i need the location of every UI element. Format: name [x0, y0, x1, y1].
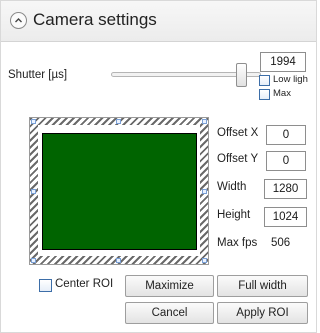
panel-header[interactable]: Camera settings: [1, 1, 316, 42]
apply-roi-button[interactable]: Apply ROI: [217, 302, 308, 324]
shutter-label: Shutter [µs]: [8, 69, 68, 81]
offset-x-label: Offset X: [217, 127, 259, 139]
roi-handle-bottom-right[interactable]: [202, 258, 207, 263]
height-label: Height: [217, 209, 251, 221]
max-fps-label: Max fps: [217, 237, 258, 249]
width-label: Width: [217, 181, 247, 193]
roi-handle-top[interactable]: [116, 119, 121, 124]
roi-handle-left[interactable]: [31, 189, 36, 194]
max-fps-value: 506: [271, 237, 291, 249]
center-roi-checkbox[interactable]: [39, 279, 52, 292]
roi-handle-bottom-left[interactable]: [31, 258, 36, 263]
roi-rectangle[interactable]: [42, 133, 197, 250]
shutter-slider-thumb[interactable]: [236, 63, 247, 87]
roi-handle-bottom[interactable]: [116, 258, 121, 263]
max-label: Max: [273, 88, 291, 99]
maximize-button[interactable]: Maximize: [125, 275, 214, 297]
full-width-button[interactable]: Full width: [217, 275, 308, 297]
max-checkbox[interactable]: [259, 89, 270, 100]
low-light-label: Low ligh: [273, 74, 308, 85]
center-roi-label: Center ROI: [55, 278, 114, 290]
height-input[interactable]: 1024: [264, 207, 307, 227]
offset-x-input[interactable]: 0: [266, 125, 306, 145]
chevron-up-icon[interactable]: [10, 12, 27, 29]
offset-y-input[interactable]: 0: [266, 151, 306, 171]
camera-settings-panel: Camera settings Shutter [µs] 1994 Low li…: [0, 0, 317, 333]
width-input[interactable]: 1280: [264, 179, 307, 199]
low-light-checkbox[interactable]: [259, 75, 270, 86]
roi-handle-top-left[interactable]: [31, 119, 36, 124]
cancel-button[interactable]: Cancel: [125, 302, 214, 324]
shutter-value-input[interactable]: 1994: [260, 52, 306, 72]
panel-title: Camera settings: [33, 10, 157, 29]
roi-handle-top-right[interactable]: [202, 119, 207, 124]
offset-y-label: Offset Y: [217, 153, 259, 165]
roi-handle-right[interactable]: [202, 189, 207, 194]
